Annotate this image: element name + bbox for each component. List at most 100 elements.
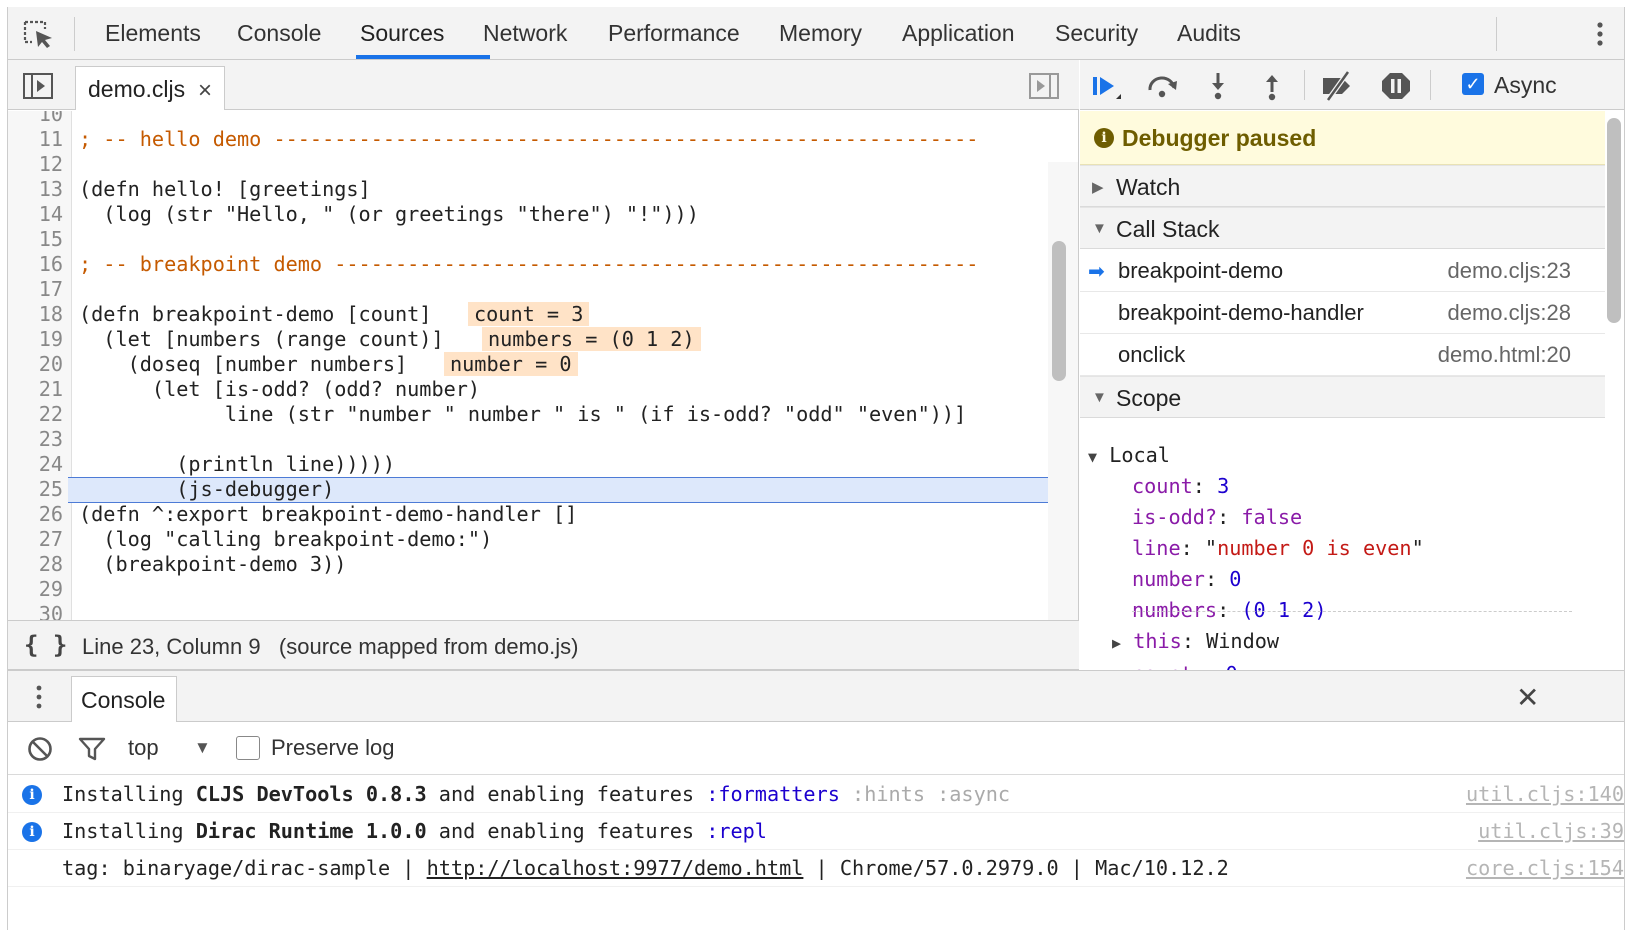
tab-security[interactable]: Security bbox=[1055, 7, 1138, 60]
tab-sources[interactable]: Sources bbox=[360, 7, 444, 60]
scope-local-node[interactable]: ▼ Local bbox=[1088, 440, 1170, 470]
pause-on-exceptions-icon[interactable] bbox=[1378, 70, 1414, 102]
code-line: line (str "number " number " is " (if is… bbox=[79, 402, 967, 426]
step-into-icon[interactable] bbox=[1200, 70, 1236, 102]
close-icon[interactable]: × bbox=[198, 77, 212, 105]
scope-variable[interactable]: count: 3 bbox=[1132, 471, 1229, 501]
vertical-scrollbar-track bbox=[1048, 162, 1078, 631]
variable-name: number bbox=[1132, 567, 1205, 591]
scope-variable[interactable]: numbers: (0 1 2) bbox=[1132, 595, 1326, 625]
code-editor[interactable]: 10 11 12 13 14 15 16 17 18 19 20 21 22 2… bbox=[8, 111, 1079, 631]
deactivate-breakpoints-icon[interactable] bbox=[1320, 70, 1356, 102]
call-frame[interactable]: onclick demo.html:20 bbox=[1080, 334, 1605, 376]
tab-network[interactable]: Network bbox=[483, 7, 567, 60]
scope-variable[interactable]: number: 0 bbox=[1132, 564, 1241, 594]
line-number[interactable]: 19 bbox=[8, 327, 63, 352]
toolbar-divider bbox=[1496, 17, 1497, 51]
line-number[interactable]: 10 bbox=[8, 111, 63, 127]
code-line: (doseq [number numbers] bbox=[79, 352, 408, 376]
line-number[interactable]: 11 bbox=[8, 127, 63, 152]
scope-local-label: Local bbox=[1109, 443, 1170, 467]
variable-name: this bbox=[1133, 629, 1182, 653]
pretty-print-button[interactable]: { } bbox=[24, 631, 67, 659]
message-text: Installing Dirac Runtime 1.0.0 and enabl… bbox=[62, 819, 767, 843]
line-number[interactable]: 20 bbox=[8, 352, 63, 377]
line-number[interactable]: 25 bbox=[8, 477, 63, 502]
line-number[interactable]: 16 bbox=[8, 252, 63, 277]
tab-console[interactable]: Console bbox=[237, 7, 321, 60]
context-selector[interactable]: top bbox=[128, 735, 159, 761]
async-checkbox[interactable]: ✓ bbox=[1462, 73, 1484, 95]
line-number[interactable]: 15 bbox=[8, 227, 63, 252]
call-frame[interactable]: breakpoint-demo-handler demo.cljs:28 bbox=[1080, 292, 1605, 334]
drawer-menu-icon[interactable] bbox=[30, 683, 48, 711]
frame-location[interactable]: demo.cljs:23 bbox=[1447, 258, 1571, 284]
navigator-toggle-icon[interactable] bbox=[22, 70, 54, 102]
tab-elements[interactable]: Elements bbox=[105, 7, 201, 60]
expand-triangle-icon: ▶ bbox=[1112, 634, 1122, 652]
line-number[interactable]: 24 bbox=[8, 452, 63, 477]
message-source-link[interactable]: core.cljs:154 bbox=[1466, 856, 1624, 880]
drawer-tab-bar: Console ✕ bbox=[8, 670, 1624, 723]
line-number[interactable]: 18 bbox=[8, 302, 63, 327]
file-tab-demo-cljs[interactable]: demo.cljs × bbox=[75, 66, 225, 110]
frame-location[interactable]: demo.html:20 bbox=[1438, 342, 1571, 368]
step-over-icon[interactable] bbox=[1144, 70, 1180, 102]
variable-name: numbers bbox=[1132, 598, 1218, 622]
line-number[interactable]: 17 bbox=[8, 277, 63, 302]
scope-variable[interactable]: line: "number 0 is even" bbox=[1132, 533, 1424, 563]
filter-icon[interactable] bbox=[78, 736, 106, 762]
message-source-link[interactable]: util.cljs:39 bbox=[1478, 819, 1624, 843]
close-drawer-icon[interactable]: ✕ bbox=[1516, 681, 1539, 714]
toolbar-divider bbox=[1304, 70, 1305, 100]
console-message: i Installing Dirac Runtime 1.0.0 and ena… bbox=[8, 813, 1624, 850]
line-number[interactable]: 22 bbox=[8, 402, 63, 427]
sidebar-vertical-scrollbar[interactable] bbox=[1607, 118, 1621, 323]
editor-vertical-scrollbar[interactable] bbox=[1052, 241, 1066, 381]
line-number[interactable]: 27 bbox=[8, 527, 63, 552]
scope-section-header[interactable]: ▼ Scope bbox=[1080, 376, 1605, 418]
line-number[interactable]: 21 bbox=[8, 377, 63, 402]
toolbar-divider bbox=[74, 17, 75, 51]
line-number[interactable]: 28 bbox=[8, 552, 63, 577]
code-line: (let [numbers (range count)] bbox=[79, 327, 444, 351]
preserve-log-checkbox[interactable] bbox=[236, 736, 260, 760]
more-options-icon[interactable] bbox=[1588, 19, 1612, 49]
message-source-link[interactable]: util.cljs:140 bbox=[1466, 782, 1624, 806]
editor-tab-bar: demo.cljs × bbox=[8, 60, 1079, 110]
debugger-sidebar-toggle-icon[interactable] bbox=[1028, 70, 1060, 102]
clear-console-icon[interactable] bbox=[27, 736, 53, 762]
tab-audits[interactable]: Audits bbox=[1177, 7, 1241, 60]
message-text: tag: binaryage/dirac-sample | http://loc… bbox=[62, 856, 1229, 880]
inspect-element-icon[interactable] bbox=[22, 19, 56, 49]
tab-application[interactable]: Application bbox=[902, 7, 1015, 60]
frame-location[interactable]: demo.cljs:28 bbox=[1447, 300, 1571, 326]
step-out-icon[interactable] bbox=[1254, 70, 1290, 102]
variable-value: 3 bbox=[1217, 474, 1230, 498]
call-frame[interactable]: ➡ breakpoint-demo demo.cljs:23 bbox=[1080, 250, 1605, 292]
line-number[interactable]: 23 bbox=[8, 427, 63, 452]
tab-memory[interactable]: Memory bbox=[779, 7, 862, 60]
drawer-tab-console[interactable]: Console bbox=[71, 676, 177, 723]
code-line: (log "calling breakpoint-demo:") bbox=[79, 527, 493, 551]
line-number[interactable]: 13 bbox=[8, 177, 63, 202]
scope-variable[interactable]: is-odd?: false bbox=[1132, 502, 1302, 532]
frame-function: breakpoint-demo bbox=[1118, 258, 1284, 283]
line-number[interactable]: 29 bbox=[8, 577, 63, 602]
call-stack-section-header[interactable]: ▼ Call Stack bbox=[1080, 207, 1605, 249]
resume-icon[interactable] bbox=[1088, 70, 1124, 102]
tab-performance[interactable]: Performance bbox=[608, 7, 740, 60]
scope-variable[interactable]: count1: 0 bbox=[1132, 659, 1238, 670]
line-number[interactable]: 26 bbox=[8, 502, 63, 527]
watch-section-header[interactable]: ▶ Watch bbox=[1080, 165, 1605, 207]
line-number[interactable]: 14 bbox=[8, 202, 63, 227]
line-number[interactable]: 12 bbox=[8, 152, 63, 177]
page-url-link[interactable]: http://localhost:9977/demo.html bbox=[427, 856, 804, 880]
variable-name: count bbox=[1132, 662, 1193, 670]
info-icon: i bbox=[22, 822, 42, 842]
chevron-down-icon[interactable]: ▼ bbox=[194, 738, 211, 758]
debugger-toolbar: ✓ Async bbox=[1080, 60, 1624, 110]
scope-variable-expandable[interactable]: ▶ this: Window bbox=[1112, 626, 1279, 656]
code-line: (defn hello! [greetings] bbox=[79, 177, 371, 201]
active-tab-indicator bbox=[356, 55, 490, 59]
